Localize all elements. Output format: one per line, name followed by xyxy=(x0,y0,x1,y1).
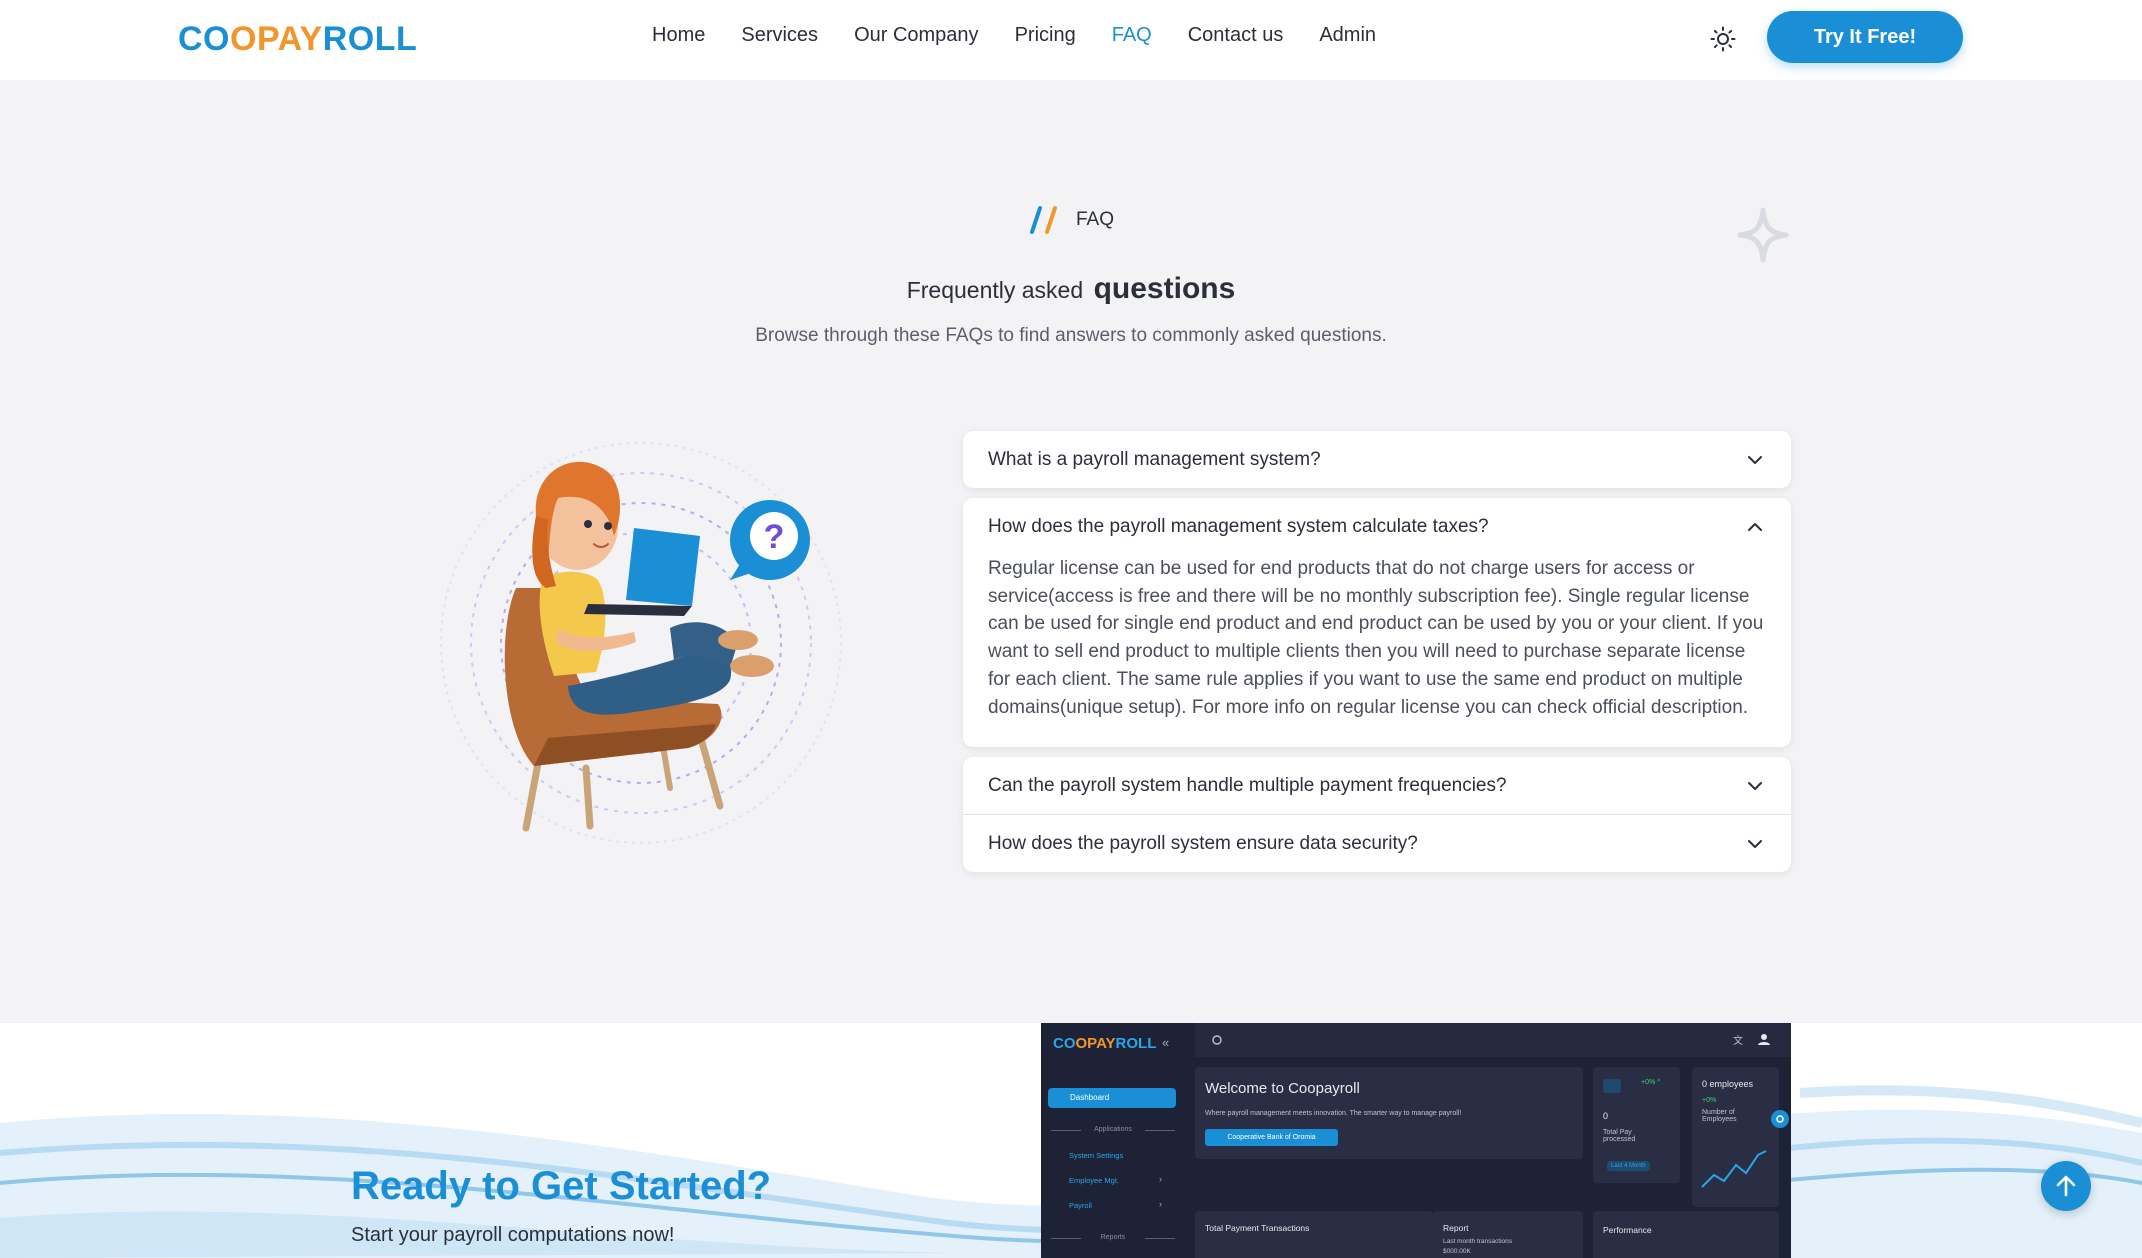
slash-mark-icon xyxy=(1030,206,1057,234)
stat1-label: Total Pay processed xyxy=(1603,1129,1636,1143)
faq-question-text: How does the payroll system ensure data … xyxy=(988,832,1418,854)
arrow-up-icon xyxy=(2056,1175,2076,1197)
section-title: Frequently asked questions xyxy=(0,272,2142,306)
chevron-down-icon xyxy=(1745,776,1765,796)
get-started-title: Ready to Get Started? xyxy=(351,1164,772,1208)
stat1-percentage: +0% ^ xyxy=(1641,1079,1661,1086)
faq-question-text: What is a payroll management system? xyxy=(988,448,1321,470)
refresh-icon xyxy=(1212,1035,1222,1045)
faq-question-toggle[interactable]: What is a payroll management system? xyxy=(963,431,1791,488)
welcome-card: Welcome to Coopayroll Where payroll mana… xyxy=(1195,1067,1583,1159)
faq-question-text: Can the payroll system handle multiple p… xyxy=(988,774,1507,796)
dashboard-topbar: 文 xyxy=(1195,1023,1791,1057)
chevron-right-icon: › xyxy=(1159,1199,1162,1209)
faq-question-toggle[interactable]: How does the payroll management system c… xyxy=(963,498,1791,555)
scroll-to-top-button[interactable] xyxy=(2041,1161,2091,1211)
translate-icon: 文 xyxy=(1733,1036,1743,1047)
nav-contact-us[interactable]: Contact us xyxy=(1188,24,1284,47)
logo-text-pay: PAY xyxy=(256,20,323,58)
wallet-icon xyxy=(1603,1079,1621,1093)
dash-link-payroll: Payroll xyxy=(1069,1201,1092,1210)
kicker-label: FAQ xyxy=(1076,209,1115,230)
try-it-free-button[interactable]: Try It Free! xyxy=(1767,11,1963,63)
logo-text-o: O xyxy=(230,20,257,58)
welcome-title: Welcome to Coopayroll xyxy=(1205,1080,1360,1097)
chevron-down-icon xyxy=(1745,834,1765,854)
nav-pricing[interactable]: Pricing xyxy=(1015,24,1076,47)
performance-card: Performance xyxy=(1593,1211,1779,1258)
faq-item: What is a payroll management system? xyxy=(963,431,1791,488)
settings-gear-icon xyxy=(1771,1110,1789,1128)
nav-admin[interactable]: Admin xyxy=(1319,24,1376,47)
faq-question-toggle[interactable]: How does the payroll system ensure data … xyxy=(963,815,1791,872)
total-pay-card: +0% ^ 0 Total Pay processed Last 4 Month xyxy=(1593,1067,1680,1183)
title-bold: questions xyxy=(1093,272,1236,305)
main-nav: Home Services Our Company Pricing FAQ Co… xyxy=(652,24,1376,47)
faq-answer-text: Regular license can be used for end prod… xyxy=(988,558,1764,718)
dash-link-system-settings: System Settings xyxy=(1069,1151,1124,1160)
report-title: Report xyxy=(1443,1223,1469,1233)
user-icon xyxy=(1758,1034,1770,1045)
dash-logo-pay: PAY xyxy=(1087,1035,1116,1052)
chevron-right-icon: › xyxy=(1159,1174,1162,1184)
transactions-card: Total Payment Transactions xyxy=(1195,1211,1433,1258)
faq-item: How does the payroll system ensure data … xyxy=(963,815,1791,873)
dash-section-reports: Reports xyxy=(1051,1234,1175,1241)
section-subtitle: Browse through these FAQs to find answer… xyxy=(755,325,1387,346)
faq-question-text: How does the payroll management system c… xyxy=(988,515,1489,537)
chevron-up-icon xyxy=(1745,517,1765,537)
title-regular: Frequently asked xyxy=(906,277,1084,303)
stat2-percentage: +0% xyxy=(1702,1097,1717,1104)
report-subtitle: Last month transactions xyxy=(1443,1238,1513,1245)
welcome-subtitle: Where payroll management meets innovatio… xyxy=(1205,1110,1462,1117)
stat1-badge: Last 4 Month xyxy=(1607,1161,1650,1171)
report-card: Report Last month transactions $000.00K xyxy=(1433,1211,1583,1258)
dash-logo-roll: ROLL xyxy=(1115,1035,1157,1052)
employees-card: 0 employees +0% Number of Employees xyxy=(1692,1067,1779,1207)
employees-sparkline xyxy=(1701,1150,1767,1188)
faq-item: Can the payroll system handle multiple p… xyxy=(963,757,1791,816)
transactions-title: Total Payment Transactions xyxy=(1205,1223,1310,1233)
coopayroll-logo[interactable]: CO O PAY ROLL xyxy=(178,20,417,59)
dash-logo-co: CO xyxy=(1053,1035,1076,1052)
site-header: CO O PAY ROLL Home Services Our Company Pri… xyxy=(0,0,2142,80)
stat2-label: Number of Employees xyxy=(1702,1109,1737,1123)
dash-nav-dashboard: Dashboard xyxy=(1048,1088,1176,1108)
logo-text-roll: ROLL xyxy=(322,20,418,58)
sun-icon xyxy=(1710,26,1736,52)
dash-logo-o: O xyxy=(1075,1035,1088,1052)
faq-item-expanded: How does the payroll management system c… xyxy=(963,498,1791,748)
dashboard-logo: COOPAYROLL xyxy=(1053,1035,1156,1052)
stat1-value: 0 xyxy=(1603,1111,1609,1121)
dashboard-preview: COOPAYROLL « Dashboard Applications Syst… xyxy=(1041,1023,1791,1258)
logo-text-co: CO xyxy=(178,20,230,58)
sparkle-icon xyxy=(1737,207,1789,263)
nav-faq[interactable]: FAQ xyxy=(1112,24,1152,47)
faq-question-toggle[interactable]: Can the payroll system handle multiple p… xyxy=(963,757,1791,814)
nav-home[interactable]: Home xyxy=(652,24,705,47)
woman-with-laptop-illustration: ? xyxy=(440,442,842,844)
dash-link-employee-mgt: Employee Mgt. xyxy=(1069,1176,1120,1185)
faq-kicker: FAQ xyxy=(1028,204,1114,236)
chevron-down-icon xyxy=(1745,450,1765,470)
chevrons-left-icon: « xyxy=(1162,1035,1170,1050)
dash-section-applications: Applications xyxy=(1051,1126,1175,1133)
performance-title: Performance xyxy=(1603,1225,1652,1235)
organization-button: Cooperative Bank of Oromia xyxy=(1205,1129,1338,1146)
stat2-title: 0 employees xyxy=(1702,1079,1754,1089)
report-value: $000.00K xyxy=(1443,1248,1471,1255)
dashboard-sidebar: COOPAYROLL « Dashboard Applications Syst… xyxy=(1041,1023,1193,1258)
faq-accordion: What is a payroll management system? How… xyxy=(963,431,1791,882)
svg-text:?: ? xyxy=(764,518,785,556)
theme-toggle-button[interactable] xyxy=(1704,20,1742,58)
get-started-subtitle: Start your payroll computations now! xyxy=(351,1224,675,1246)
nav-our-company[interactable]: Our Company xyxy=(854,24,979,47)
nav-services[interactable]: Services xyxy=(741,24,818,47)
